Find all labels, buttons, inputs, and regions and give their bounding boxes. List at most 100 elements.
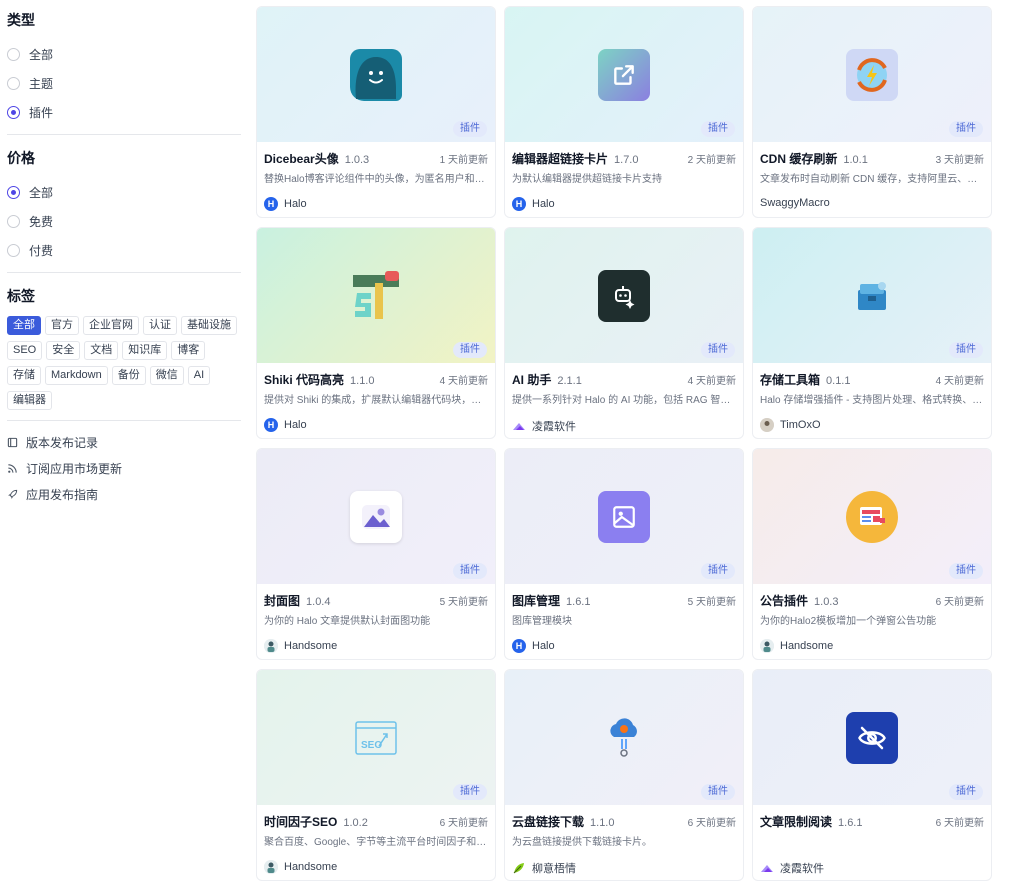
robot-icon [598,269,650,322]
price-option-free[interactable]: 免费 [7,207,248,236]
plugin-card[interactable]: 插件 公告插件 1.0.3 6 天前更新 为你的Halo2模板增加一个弹窗公告功能 … [752,448,992,660]
type-badge: 插件 [453,342,487,358]
leaf-avatar-icon [512,861,526,875]
tag-storage[interactable]: 存储 [7,366,41,385]
card-banner: SEO 插件 [257,670,495,805]
plugin-version: 1.1.0 [590,817,615,829]
tag-enterprise[interactable]: 企业官网 [83,316,139,335]
tag-all[interactable]: 全部 [7,316,41,335]
plugin-card[interactable]: 插件 Shiki 代码高亮 1.1.0 4 天前更新 提供对 Shiki 的集成，扩… [256,227,496,439]
card-banner: 插件 [505,228,743,363]
updated-time: 6 天前更新 [935,818,984,829]
type-badge: 插件 [701,121,735,137]
plugin-author[interactable]: 凌霞软件 [760,860,984,876]
plugin-description: 为你的Halo2模板增加一个弹窗公告功能 [760,616,937,626]
radio-icon[interactable] [7,215,20,228]
plugin-card[interactable]: 插件 图库管理 1.6.1 5 天前更新 图库管理模块 H Halo [504,448,744,660]
tag-knowledge-base[interactable]: 知识库 [122,341,168,360]
divider [7,420,241,421]
plugin-author[interactable]: TimOxO [760,418,984,432]
plugin-name: 公告插件 [760,594,809,608]
plugin-author[interactable]: H Halo [512,639,736,653]
tag-infrastructure[interactable]: 基础设施 [181,316,237,335]
plugin-author[interactable]: 凌霞软件 [512,418,736,434]
plugin-grid: 插件 Dicebear头像 1.0.3 1 天前更新 替换Halo博客评论组件中的头… [256,6,996,881]
eye-off-icon [846,711,898,764]
plugin-name: 云盘链接下载 [512,815,585,829]
release-notes-link[interactable]: 版本发布记录 [7,429,248,455]
tag-list: 全部 官方 企业官网 认证 基础设施 SEO 安全 文档 知识库 博客 存储 M… [7,316,243,410]
tag-seo[interactable]: SEO [7,341,43,360]
type-badge: 插件 [701,784,735,800]
type-badge: 插件 [949,121,983,137]
plugin-author[interactable]: Handsome [760,639,984,653]
rss-icon [8,463,17,473]
plugin-author[interactable]: H Halo [264,197,488,211]
type-option-plugin[interactable]: 插件 [7,98,248,127]
plugin-version: 1.0.1 [843,154,868,166]
tag-docs[interactable]: 文档 [84,341,119,360]
card-banner: 插件 [753,449,991,584]
plugin-author[interactable]: 柳意梧情 [512,860,736,876]
plugin-card[interactable]: 插件 云盘链接下载 1.1.0 6 天前更新 为云盘链接提供下载链接卡片。 柳意梧情 [504,669,744,881]
halo-logo-icon: H [264,197,278,211]
radio-selected-icon[interactable] [7,186,20,199]
updated-time: 3 天前更新 [935,155,984,166]
tag-markdown[interactable]: Markdown [45,366,108,385]
plugin-description: 提供对 Shiki 的集成，扩展默认编辑器代码块，支... [264,395,488,405]
divider [7,134,241,135]
plugin-version: 1.7.0 [614,154,639,166]
price-option-paid[interactable]: 付费 [7,236,248,265]
tag-backup[interactable]: 备份 [111,366,146,385]
tag-ai[interactable]: AI [187,366,211,385]
radio-selected-icon[interactable] [7,106,20,119]
plugin-description: Halo 存储增强插件 - 支持图片处理、格式转换、水... [760,395,984,405]
card-banner: 插件 [753,670,991,805]
avatar-icon [760,639,774,653]
plugin-card[interactable]: 插件 文章限制阅读 1.6.1 6 天前更新 凌霞软件 [752,669,992,881]
refresh-icon [846,48,898,101]
tags-section-title: 标签 [7,288,35,304]
lingxia-logo-icon [512,419,526,433]
plugin-name: Shiki 代码高亮 [264,373,345,387]
type-option-all[interactable]: 全部 [7,40,248,69]
type-option-theme[interactable]: 主题 [7,69,248,98]
plugin-name: 时间因子SEO [264,815,338,829]
plugin-name: 文章限制阅读 [760,815,833,829]
tag-certified[interactable]: 认证 [143,316,177,335]
radio-icon[interactable] [7,244,20,257]
plugin-description: 为你的 Halo 文章提供默认封面图功能 [264,616,431,626]
plugin-card[interactable]: 插件 封面图 1.0.4 5 天前更新 为你的 Halo 文章提供默认封面图功能 H… [256,448,496,660]
plugin-name: 编辑器超链接卡片 [512,152,609,166]
plugin-author[interactable]: SwaggyMacro [760,197,984,209]
price-option-all[interactable]: 全部 [7,178,248,207]
tag-official[interactable]: 官方 [45,316,79,335]
tag-security[interactable]: 安全 [46,341,81,360]
plugin-author[interactable]: Handsome [264,860,488,874]
radio-icon[interactable] [7,48,20,61]
updated-time: 6 天前更新 [439,818,488,829]
plugin-version: 1.6.1 [838,817,863,829]
seo-icon: SEO [350,712,402,764]
tag-wechat[interactable]: 微信 [149,366,184,385]
plugin-author[interactable]: Handsome [264,639,488,653]
plugin-card[interactable]: 插件 CDN 缓存刷新 1.0.1 3 天前更新 文章发布时自动刷新 CDN 缓存，… [752,6,992,218]
plugin-card[interactable]: 插件 存储工具箱 0.1.1 4 天前更新 Halo 存储增强插件 - 支持图片处理… [752,227,992,439]
price-section-title: 价格 [7,150,35,166]
publish-guide-link[interactable]: 应用发布指南 [7,481,248,507]
plugin-card[interactable]: SEO 插件 时间因子SEO 1.0.2 6 天前更新 聚合百度、Google、字节… [256,669,496,881]
plugin-card[interactable]: 插件 Dicebear头像 1.0.3 1 天前更新 替换Halo博客评论组件中的头… [256,6,496,218]
subscribe-updates-link[interactable]: 订阅应用市场更新 [7,455,248,481]
plugin-card[interactable]: 插件 AI 助手 2.1.1 4 天前更新 提供一系列针对 Halo 的 AI 功能… [504,227,744,439]
plugin-description [760,833,984,847]
plugin-version: 1.6.1 [566,596,591,608]
plugin-author[interactable]: H Halo [264,418,488,432]
rocket-icon [8,489,18,499]
tag-blog[interactable]: 博客 [171,341,206,360]
avatar-icon [264,860,278,874]
image-gallery-icon [350,490,402,543]
radio-icon[interactable] [7,77,20,90]
tag-editor[interactable]: 编辑器 [7,391,52,410]
plugin-card[interactable]: 插件 编辑器超链接卡片 1.7.0 2 天前更新 为默认编辑器提供超链接卡片支持 H… [504,6,744,218]
plugin-author[interactable]: H Halo [512,197,736,211]
